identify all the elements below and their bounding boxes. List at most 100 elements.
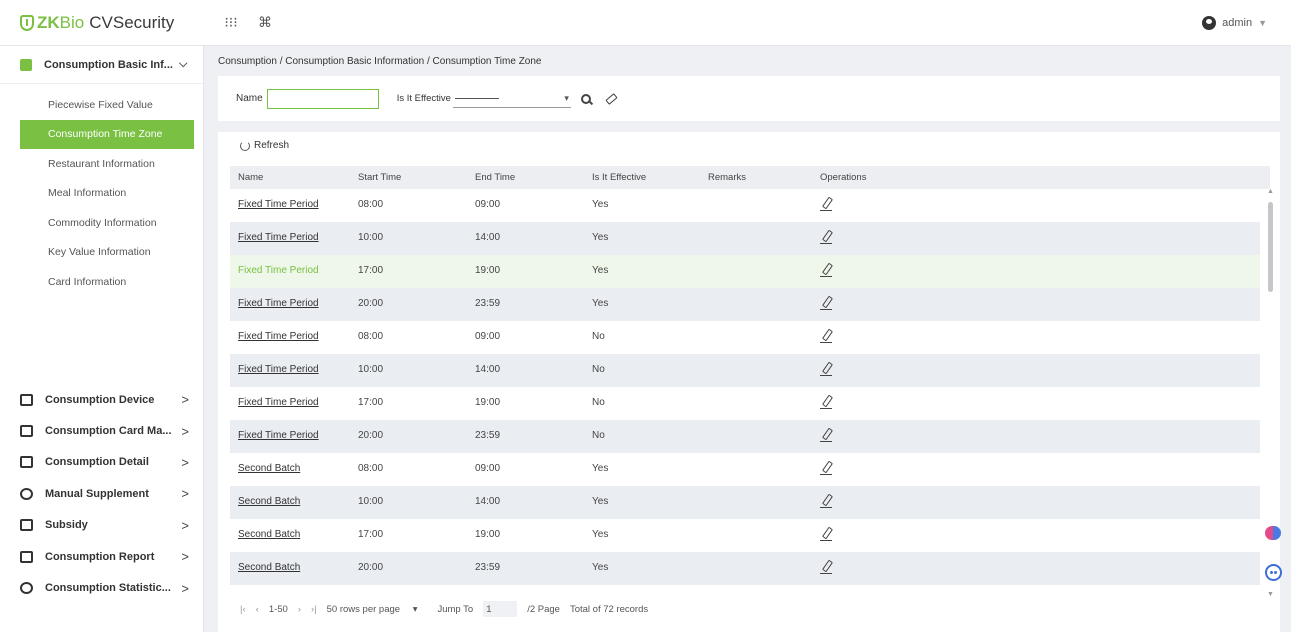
sidebar-module-header[interactable]: Consumption Basic Inf... ⌵ [0, 46, 203, 84]
row-start-time: 08:00 [358, 331, 384, 342]
sidebar-subitem[interactable]: Commodity Information [0, 208, 203, 238]
row-name-link[interactable]: Second Batch [238, 463, 300, 474]
sidebar-subitem[interactable]: Piecewise Fixed Value [0, 90, 203, 120]
row-end-time: 09:00 [475, 463, 501, 474]
row-name-link[interactable]: Fixed Time Period [238, 298, 319, 309]
table-row[interactable]: Fixed Time Period 08:00 09:00 Yes [230, 189, 1260, 222]
edit-icon[interactable] [820, 395, 834, 409]
jump-to-input[interactable] [483, 601, 518, 617]
sidebar-subitem[interactable]: Meal Information [0, 179, 203, 209]
table-row[interactable]: Second Batch 08:00 09:00 Yes [230, 453, 1260, 486]
sidebar-group[interactable]: Consumption Statistic... > [0, 572, 203, 603]
rows-per-page-select[interactable]: 50 rows per page ▾ [327, 604, 428, 615]
sidebar-subitem[interactable]: Key Value Information [0, 238, 203, 268]
scroll-down-icon[interactable]: ▼ [1267, 591, 1274, 598]
effective-filter-select[interactable]: ▾ [452, 90, 571, 108]
row-name-link[interactable]: Fixed Time Period [238, 397, 319, 408]
row-name-link[interactable]: Fixed Time Period [238, 199, 319, 210]
header-remarks[interactable]: Remarks [708, 172, 746, 183]
sidebar-subitem[interactable]: Restaurant Information [0, 149, 203, 179]
sidebar-group[interactable]: Manual Supplement > [0, 478, 203, 509]
edit-icon[interactable] [820, 461, 834, 475]
edit-icon[interactable] [820, 428, 834, 442]
row-start-time: 17:00 [358, 265, 384, 276]
search-icon [580, 93, 591, 104]
last-page-button[interactable]: ›| [311, 604, 317, 615]
table-row[interactable]: Second Batch 17:00 19:00 Yes [230, 519, 1260, 552]
command-icon[interactable]: ⌘ [252, 10, 278, 36]
edit-icon[interactable] [820, 527, 834, 541]
first-page-button[interactable]: |‹ [240, 604, 246, 615]
row-is-effective: Yes [592, 199, 609, 210]
chevron-down-icon: ⌵ [178, 58, 188, 70]
sidebar-group[interactable]: Subsidy > [0, 510, 203, 541]
edit-icon[interactable] [820, 329, 834, 343]
sidebar-group[interactable]: Consumption Detail > [0, 447, 203, 478]
next-page-button[interactable]: › [298, 604, 301, 615]
main-content: Consumption / Consumption Basic Informat… [210, 46, 1283, 632]
grid-icon[interactable]: ⁝⁝⁝ [218, 10, 244, 36]
refresh-button[interactable]: Refresh [240, 140, 289, 151]
chevron-right-icon: > [181, 392, 189, 408]
table-row[interactable]: Fixed Time Period 17:00 19:00 No [230, 387, 1260, 420]
sidebar-group[interactable]: Consumption Device > [0, 384, 203, 415]
sidebar-group-label: Consumption Device [45, 393, 155, 406]
name-filter-input[interactable] [266, 88, 379, 109]
search-button[interactable] [575, 88, 597, 110]
table-row[interactable]: Fixed Time Period 10:00 14:00 No [230, 354, 1260, 387]
row-end-time: 09:00 [475, 331, 501, 342]
edit-icon[interactable] [820, 230, 834, 244]
row-name-link[interactable]: Fixed Time Period [238, 232, 319, 243]
sidebar-group-label: Manual Supplement [45, 487, 149, 500]
chevron-right-icon: > [181, 423, 189, 439]
header-end-time[interactable]: End Time [475, 172, 515, 183]
scroll-up-icon[interactable]: ▲ [1267, 188, 1274, 195]
row-end-time: 14:00 [475, 496, 501, 507]
table-row[interactable]: Second Batch 20:00 23:59 Yes [230, 552, 1260, 585]
top-bar: ZK Bio CVSecurity ⁝⁝⁝ ⌘ admin ▼ [0, 0, 1291, 46]
effective-filter-label: Is It Effective [396, 93, 451, 104]
row-name-link[interactable]: Fixed Time Period [238, 364, 319, 375]
sidebar-subitem[interactable]: Card Information [0, 267, 203, 297]
table-row[interactable]: Fixed Time Period 08:00 09:00 No [230, 321, 1260, 354]
scroll-thumb[interactable] [1268, 202, 1273, 292]
header-is-effective[interactable]: Is It Effective [592, 172, 646, 183]
module-icon [20, 58, 32, 71]
edit-icon[interactable] [820, 263, 834, 277]
row-name-link[interactable]: Fixed Time Period [238, 430, 319, 441]
user-menu[interactable]: admin ▼ [1202, 0, 1267, 46]
row-name-link[interactable]: Fixed Time Period [238, 331, 319, 342]
sidebar-group[interactable]: Consumption Card Ma... > [0, 415, 203, 446]
brain-assistant-icon[interactable] [1263, 524, 1283, 544]
edit-icon[interactable] [820, 296, 834, 310]
table-row[interactable]: Second Batch 10:00 14:00 Yes [230, 486, 1260, 519]
table-row[interactable]: Fixed Time Period 20:00 23:59 No [230, 420, 1260, 453]
edit-icon[interactable] [820, 197, 834, 211]
row-name-link[interactable]: Fixed Time Period [238, 265, 319, 276]
prev-page-button[interactable]: ‹ [256, 604, 259, 615]
user-icon [1202, 16, 1217, 30]
row-name-link[interactable]: Second Batch [238, 562, 300, 573]
row-name-link[interactable]: Second Batch [238, 529, 300, 540]
logo-product-text: CVSecurity [89, 12, 175, 32]
sidebar-group-label: Subsidy [45, 519, 88, 532]
sidebar-group-label: Consumption Detail [45, 456, 149, 469]
chevron-right-icon: > [181, 486, 189, 502]
sidebar-subitem[interactable]: Consumption Time Zone [20, 119, 194, 149]
edit-icon[interactable] [820, 494, 834, 508]
refresh-label: Refresh [254, 140, 290, 151]
edit-icon[interactable] [820, 560, 834, 574]
table-row[interactable]: Fixed Time Period 20:00 23:59 Yes [230, 288, 1260, 321]
row-name-link[interactable]: Second Batch [238, 496, 300, 507]
sidebar-group[interactable]: Consumption Report > [0, 541, 203, 572]
table-row[interactable]: Fixed Time Period 10:00 14:00 Yes [230, 222, 1260, 255]
header-start-time[interactable]: Start Time [358, 172, 401, 183]
chat-bot-icon[interactable] [1265, 564, 1282, 581]
app-logo[interactable]: ZK Bio CVSecurity [0, 13, 210, 33]
chevron-right-icon: > [181, 454, 189, 470]
clear-filter-button[interactable] [601, 88, 623, 110]
header-name[interactable]: Name [238, 172, 263, 183]
table-row[interactable]: Fixed Time Period 17:00 19:00 Yes [230, 255, 1260, 288]
edit-icon[interactable] [820, 362, 834, 376]
device-icon [20, 393, 33, 406]
